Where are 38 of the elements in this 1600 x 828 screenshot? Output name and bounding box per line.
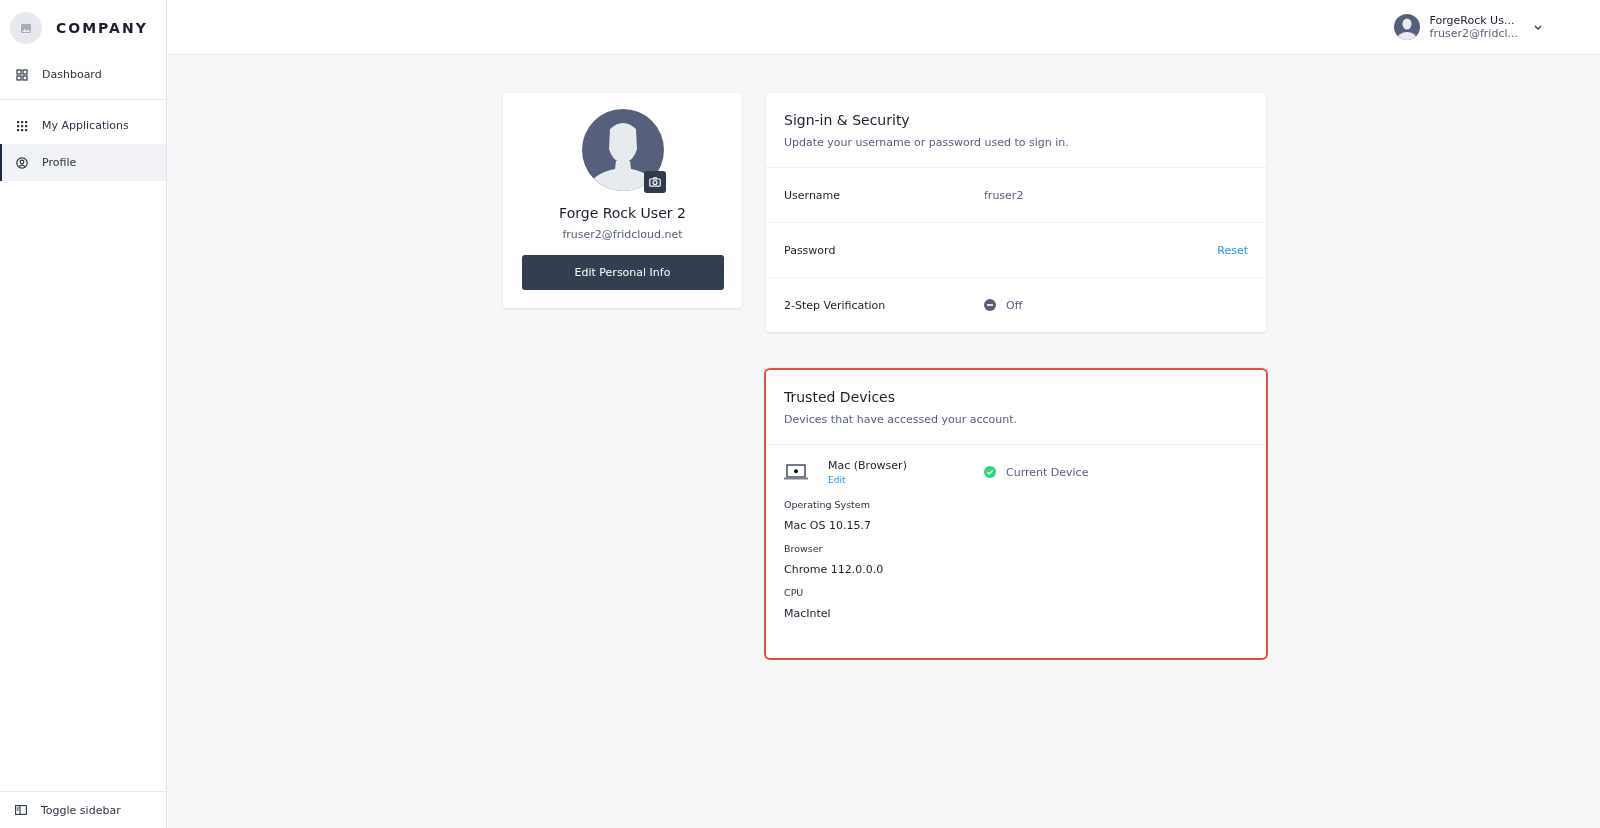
- sidebar-item[interactable]: Profile: [0, 144, 166, 181]
- toggle-sidebar-button[interactable]: Toggle sidebar: [0, 791, 166, 828]
- detail-label: Browser: [784, 543, 824, 554]
- profile-email: fruser2@fridcloud.net: [562, 228, 683, 241]
- user-name: ForgeRock Us...: [1429, 14, 1516, 27]
- sidebar-item[interactable]: Dashboard: [0, 56, 166, 93]
- chevron-down-icon: [1534, 24, 1542, 30]
- detail-label: CPU: [784, 587, 805, 598]
- camera-button[interactable]: [643, 171, 666, 193]
- status-text: Off: [1006, 298, 1023, 312]
- row-label: Username: [784, 188, 842, 202]
- profile-name: Forge Rock User 2: [559, 205, 686, 221]
- grid-icon: [16, 68, 28, 81]
- sidebar-item[interactable]: My Applications: [0, 107, 166, 144]
- card-subtitle: Update your username or password used to sign in.: [784, 136, 1070, 149]
- user-menu[interactable]: ForgeRock Us... fruser2@fridcl...: [1393, 14, 1542, 40]
- card-title: Trusted Devices: [784, 389, 897, 405]
- logo-icon: [10, 12, 42, 44]
- avatar-icon: [1393, 14, 1420, 40]
- row-label: 2-Step Verification: [784, 298, 887, 312]
- camera-icon: [648, 177, 661, 187]
- user-circle-icon: [16, 156, 28, 169]
- card-subtitle: Devices that have accessed your account.: [784, 413, 1019, 426]
- detail-value: Mac OS 10.15.7: [784, 519, 872, 532]
- sidebar-icon: [15, 805, 27, 815]
- laptop-icon: [784, 464, 808, 480]
- row-value: fruser2: [984, 188, 1024, 202]
- card-title: Sign-in & Security: [784, 112, 911, 128]
- device-status: Current Device: [1006, 465, 1089, 479]
- detail-value: Chrome 112.0.0.0: [784, 563, 885, 576]
- detail-label: Operating System: [784, 499, 871, 510]
- company-name: COMPANY: [56, 20, 148, 36]
- user-email: fruser2@fridcl...: [1429, 27, 1518, 40]
- edit-personal-info-button[interactable]: Edit Personal Info: [521, 255, 724, 290]
- apps-icon: [16, 119, 28, 132]
- detail-value: MacIntel: [784, 607, 832, 620]
- device-name: Mac (Browser): [828, 459, 908, 472]
- row-label: Password: [784, 243, 837, 257]
